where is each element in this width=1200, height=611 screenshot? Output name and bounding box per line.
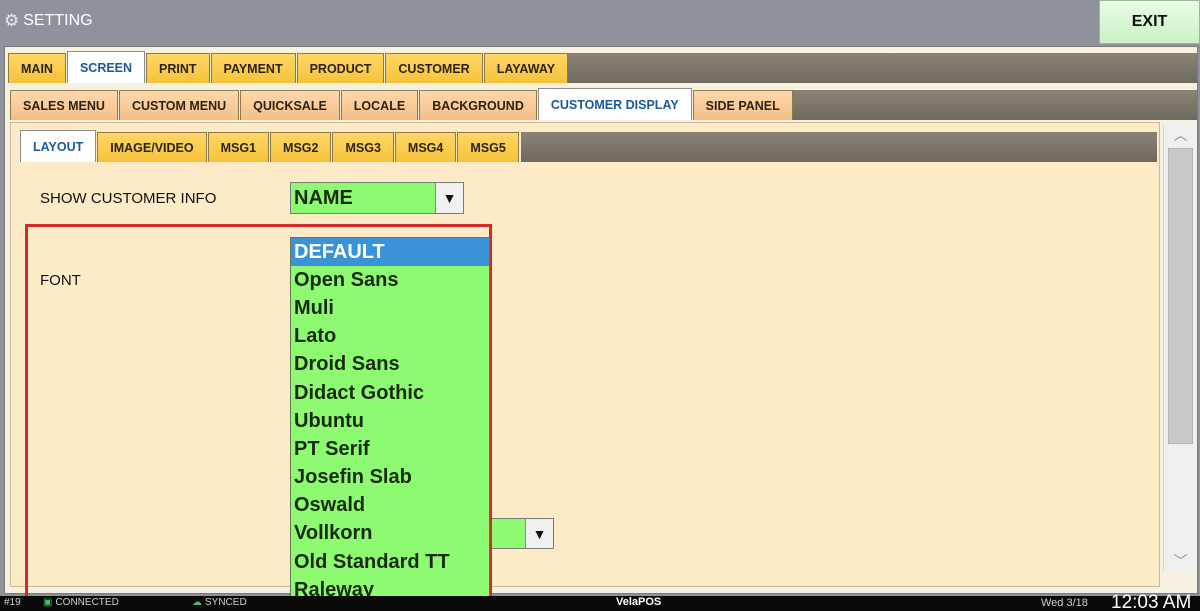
chevron-down-icon[interactable]: ▼ <box>435 183 463 213</box>
tab-print[interactable]: PRINT <box>146 53 210 83</box>
synced-status: ☁ SYNCED <box>192 597 247 608</box>
font-option[interactable]: Didact Gothic <box>291 379 489 407</box>
subtab-side-panel[interactable]: SIDE PANEL <box>692 90 793 120</box>
font-option[interactable]: Ubuntu <box>291 407 489 435</box>
tab-payment[interactable]: PAYMENT <box>210 53 296 83</box>
scrollbar-thumb[interactable] <box>1168 148 1193 444</box>
layout-tab-msg5[interactable]: MSG5 <box>457 132 519 162</box>
tab-screen[interactable]: SCREEN <box>66 51 146 83</box>
show-customer-info-label: SHOW CUSTOMER INFO <box>40 190 217 207</box>
chevron-down-icon[interactable]: ▼ <box>525 519 553 548</box>
layout-tab-layout[interactable]: LAYOUT <box>20 130 97 162</box>
layout-tab-msg2[interactable]: MSG2 <box>270 132 332 162</box>
tab-customer[interactable]: CUSTOMER <box>385 53 483 83</box>
main-tabs: MAIN SCREEN PRINT PAYMENT PRODUCT CUSTOMER LAY… <box>8 51 569 83</box>
exit-button[interactable]: EXIT <box>1099 0 1200 44</box>
layout-tab-msg3[interactable]: MSG3 <box>332 132 394 162</box>
show-customer-info-select[interactable]: NAME ▼ <box>290 182 464 214</box>
tabstrip-3-background <box>521 132 1157 162</box>
window-title: ⚙ SETTING <box>4 11 93 31</box>
font-dropdown-list[interactable]: DEFAULT Open Sans Muli Lato Droid Sans Didact… <box>290 237 490 607</box>
tab-product[interactable]: PRODUCT <box>296 53 385 83</box>
tabstrip-2-background <box>763 90 1197 120</box>
font-option[interactable]: Droid Sans <box>291 351 489 379</box>
show-customer-info-value: NAME <box>294 186 353 209</box>
station-id: #19 <box>4 597 21 608</box>
window-title-text: SETTING <box>23 12 93 29</box>
tabstrip-1-background <box>568 53 1197 83</box>
subtab-customer-display[interactable]: CUSTOMER DISPLAY <box>537 88 692 120</box>
font-option[interactable]: Open Sans <box>291 266 489 294</box>
font-option[interactable]: Muli <box>291 294 489 322</box>
monitor-icon: ▣ <box>43 597 53 608</box>
scroll-up-icon[interactable]: ︿ <box>1164 124 1197 146</box>
layout-tab-image-video[interactable]: IMAGE/VIDEO <box>97 132 207 162</box>
vertical-scrollbar[interactable]: ︿ ﹀ <box>1163 124 1196 572</box>
scroll-down-icon[interactable]: ﹀ <box>1164 550 1197 572</box>
font-option[interactable]: PT Serif <box>291 435 489 463</box>
subtab-quicksale[interactable]: QUICKSALE <box>240 90 340 120</box>
font-option[interactable]: DEFAULT <box>291 238 489 267</box>
brand-name: VelaPOS <box>616 596 662 608</box>
subtab-custom-menu[interactable]: CUSTOM MENU <box>118 90 240 120</box>
font-option[interactable]: Vollkorn <box>291 520 489 548</box>
subtab-locale[interactable]: LOCALE <box>340 90 419 120</box>
layout-tab-msg1[interactable]: MSG1 <box>207 132 270 162</box>
subtab-background[interactable]: BACKGROUND <box>419 90 537 120</box>
title-bar: ⚙ SETTING EXIT <box>0 0 1200 44</box>
cloud-icon: ☁ <box>192 597 202 608</box>
hidden-select[interactable]: ▼ <box>490 518 554 549</box>
status-time: 12:03 AM <box>1111 592 1192 611</box>
layout-tab-msg4[interactable]: MSG4 <box>394 132 457 162</box>
font-option[interactable]: Josefin Slab <box>291 464 489 492</box>
connected-status: ▣ CONNECTED <box>43 597 119 608</box>
customer-display-subtabs: LAYOUT IMAGE/VIDEO MSG1 MSG2 MSG3 MSG4 MSG5 <box>20 130 520 162</box>
status-date: Wed 3/18 <box>1041 597 1088 609</box>
gear-icon: ⚙ <box>4 11 20 30</box>
tab-layaway[interactable]: LAYAWAY <box>483 53 569 83</box>
status-bar: #19 ▣ CONNECTED ☁ SYNCED VelaPOS Wed 3/1… <box>0 592 1200 611</box>
subtab-sales-menu[interactable]: SALES MENU <box>10 90 118 120</box>
tab-main[interactable]: MAIN <box>8 53 66 83</box>
font-option[interactable]: Lato <box>291 323 489 351</box>
screen-subtabs: SALES MENU CUSTOM MENU QUICKSALE LOCALE BACK… <box>10 88 794 120</box>
font-option[interactable]: Oswald <box>291 492 489 520</box>
font-option[interactable]: Old Standard TT <box>291 548 489 576</box>
